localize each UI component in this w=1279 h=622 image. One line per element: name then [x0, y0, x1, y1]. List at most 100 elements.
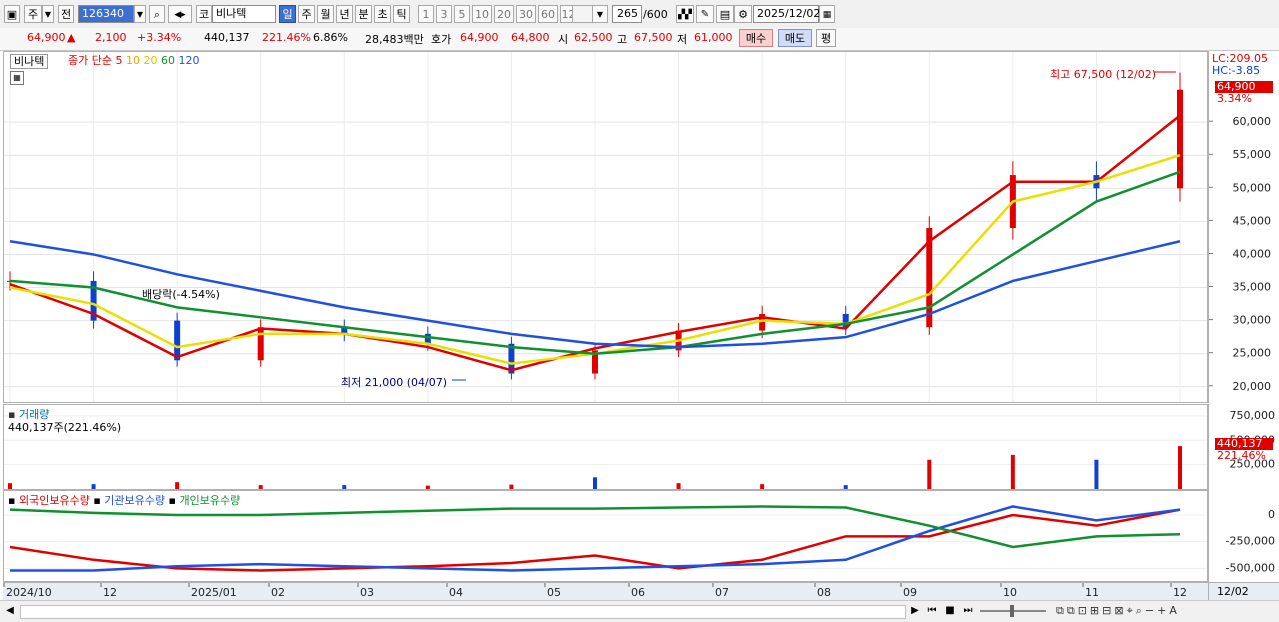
price-ytick-label: 35,000 — [1233, 281, 1272, 294]
code-input[interactable]: 126340 — [78, 5, 134, 23]
x-tick-label: 10 — [1003, 586, 1017, 599]
interval-button-5[interactable]: 30 — [516, 5, 536, 23]
x-tick-label: 06 — [631, 586, 645, 599]
x-axis: 2024/10122025/010203040506070809101112 — [3, 582, 1208, 600]
code-dropdown-icon[interactable]: ▼ — [134, 5, 146, 23]
volume-bar — [509, 485, 513, 489]
date-field[interactable]: 2025/12/02 — [753, 5, 819, 23]
holding-line-0 — [10, 510, 1180, 571]
volume-bar — [677, 483, 681, 489]
stock-name-field[interactable]: 비나텍 — [212, 5, 276, 23]
period-button-1[interactable]: 주 — [298, 5, 315, 23]
interval-button-3[interactable]: 10 — [472, 5, 492, 23]
interval-button-1[interactable]: 3 — [436, 5, 452, 23]
legend-bullet-icon: ▪ — [93, 494, 100, 507]
scroll-track[interactable] — [20, 605, 906, 619]
save-icon[interactable]: ▤ — [716, 5, 734, 23]
period-button-2[interactable]: 월 — [317, 5, 334, 23]
holding-ytick-label: 0 — [1268, 508, 1275, 521]
holding-panel[interactable]: ▪ 외국인보유수량 ▪ 기관보유수량 ▪ 개인보유수량 — [3, 490, 1208, 582]
count-field[interactable]: 265 — [612, 5, 642, 23]
current-price: 64,900 — [27, 31, 66, 44]
prev-button[interactable]: 전 — [58, 5, 74, 23]
price-ytick-label: 25,000 — [1233, 347, 1272, 360]
change-pct: +3.34% — [137, 31, 181, 44]
x-tick-label: 11 — [1085, 586, 1099, 599]
ma-legend: 종가 단순 5 10 20 60 120 — [68, 54, 199, 67]
sell-button[interactable]: 매도 — [778, 29, 812, 47]
buy-button[interactable]: 매수 — [739, 29, 773, 47]
grid-icon[interactable]: ▦ — [10, 71, 24, 85]
volume-bar — [593, 477, 597, 489]
holding-line-2 — [10, 506, 1180, 547]
x-tick-label: 07 — [715, 586, 729, 599]
high-label: 고 — [617, 31, 627, 47]
interval-dropdown-icon[interactable]: ▼ — [592, 5, 608, 23]
candle-body — [174, 321, 180, 361]
volume-axis: 250,000500,000750,000 440,137 221.46% — [1208, 404, 1279, 490]
period-button-0[interactable]: 일 — [279, 5, 296, 23]
interval-button-2[interactable]: 5 — [454, 5, 470, 23]
holding-axis-svg: 0-250,000-500,000 — [1209, 490, 1279, 582]
ma-legend-prefix: 종가 단순 — [68, 54, 112, 67]
speaker-icon[interactable]: ◀▸ — [168, 5, 192, 23]
volume-bar — [92, 484, 96, 489]
count-total: /600 — [643, 8, 668, 21]
volume-chart — [4, 405, 1207, 489]
chart-tools-icons[interactable]: ⧉⧉⊡⊞⊟⊠⌖⌕−+A — [1056, 603, 1276, 619]
interval-button-0[interactable]: 1 — [418, 5, 434, 23]
period-button-5[interactable]: 초 — [374, 5, 391, 23]
ma-legend-20: 20 — [143, 54, 157, 67]
scroll-right-icon[interactable]: ▶ — [908, 604, 922, 618]
price-ytick-label: 60,000 — [1233, 115, 1272, 128]
gear-icon[interactable]: ⚙ — [734, 5, 752, 23]
x-tick-label: 2024/10 — [6, 586, 52, 599]
chevron-down-icon[interactable]: ▼ — [42, 5, 54, 23]
volume-ratio-tag: 221.46% — [1217, 449, 1266, 462]
interval-button-4[interactable]: 20 — [494, 5, 514, 23]
avg-button[interactable]: 평 — [816, 29, 836, 47]
volume-panel[interactable]: ▪ 거래량 440,137주(221.46%) — [3, 404, 1208, 490]
chart-icon[interactable]: ▞▞ — [676, 5, 694, 23]
price-ytick-label: 55,000 — [1233, 148, 1272, 161]
price-ytick-label: 30,000 — [1233, 314, 1272, 327]
ma-legend-120: 120 — [178, 54, 199, 67]
turnover: 6.86% — [313, 31, 348, 44]
stop-icon[interactable]: ■ — [942, 604, 958, 618]
legend-bullet-icon: ▪ — [8, 494, 15, 507]
x-tick-label: 09 — [903, 586, 917, 599]
volume-bar — [175, 482, 179, 489]
ma-legend-5: 5 — [115, 54, 122, 67]
forward-icon[interactable]: ⏭ — [960, 604, 976, 618]
high-value: 67,500 — [634, 31, 673, 44]
stock-tag[interactable]: 비나텍 — [10, 54, 48, 69]
price-ytick-label: 40,000 — [1233, 247, 1272, 260]
x-tick-label: 04 — [449, 586, 463, 599]
period-button-4[interactable]: 분 — [355, 5, 372, 23]
legend-foreign: 외국인보유수량 — [19, 494, 90, 507]
holding-ytick-label: -250,000 — [1226, 535, 1275, 548]
holding-legend: ▪ 외국인보유수량 ▪ 기관보유수량 ▪ 개인보유수량 — [8, 492, 240, 508]
zoom-slider-handle[interactable] — [1010, 605, 1014, 617]
change-arrow: ▲ — [67, 31, 75, 44]
period-button-6[interactable]: 틱 — [393, 5, 410, 23]
x-tick-label: 05 — [547, 586, 561, 599]
price-ytick-label: 20,000 — [1233, 380, 1272, 393]
volume-bar — [8, 483, 12, 489]
price-panel[interactable]: 비나텍 종가 단순 5 10 20 60 120 ▦ 최고 67,500 (12… — [3, 51, 1208, 403]
scroll-left-icon[interactable]: ◀ — [3, 604, 17, 618]
pencil-icon[interactable]: ✎ — [696, 5, 714, 23]
volume-value: 440,137 — [204, 31, 250, 44]
x-tick-label: 12 — [1173, 586, 1187, 599]
period-button-3[interactable]: 년 — [336, 5, 353, 23]
volume-ytick-label: 750,000 — [1230, 409, 1276, 422]
interval-button-6[interactable]: 60 — [538, 5, 558, 23]
price-axis: 20,00025,00030,00035,00040,00045,00050,0… — [1208, 51, 1279, 403]
window-icon[interactable]: ▣ — [4, 5, 20, 23]
search-icon[interactable]: ⌕ — [149, 5, 165, 23]
calendar-icon[interactable]: ▦ — [819, 5, 835, 23]
type-selector[interactable]: 주 — [24, 5, 42, 23]
volume-bar — [1011, 455, 1015, 489]
open-label: 시 — [558, 31, 568, 47]
rewind-icon[interactable]: ⏮ — [924, 604, 940, 618]
